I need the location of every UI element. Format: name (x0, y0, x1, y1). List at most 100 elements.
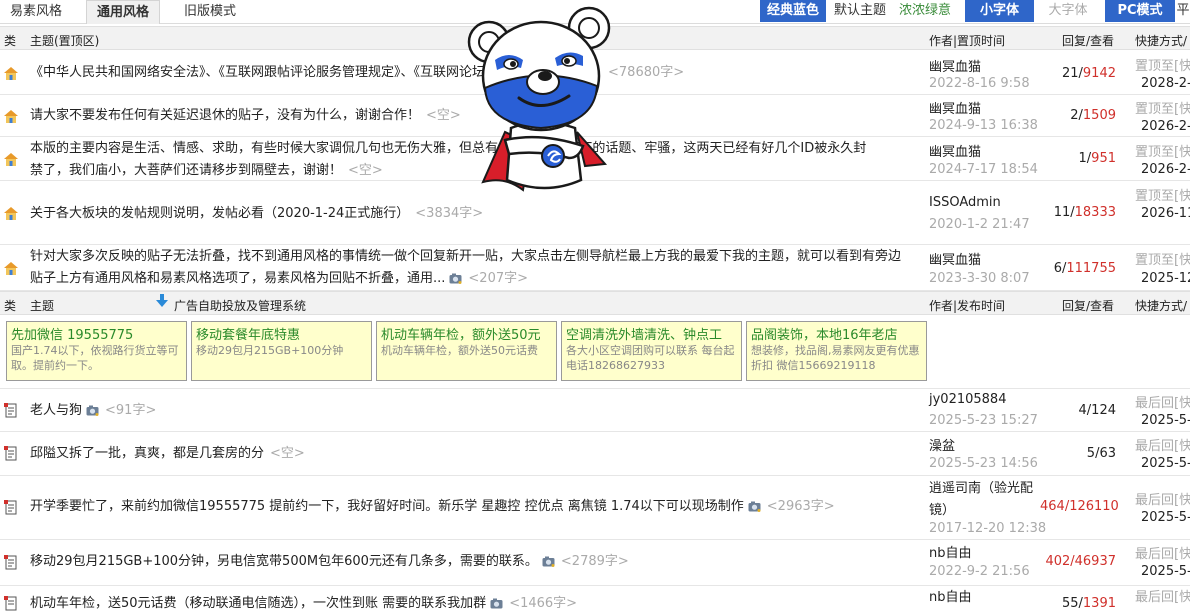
post-date: 2024-7-17 18:54 (929, 162, 1038, 177)
mascot-bear-icon (467, 6, 611, 192)
author-name[interactable]: 幽冥血猫 (929, 56, 981, 75)
ad-title[interactable]: 移动套餐年底特惠 (196, 324, 367, 343)
author-name[interactable]: 逍遥司南（验光配 镜） (929, 478, 1033, 522)
tab-general-style[interactable]: 通用风格 (86, 0, 161, 24)
quick-date: 2026-11- (1141, 206, 1190, 221)
reply-view-count: 4/124 (1078, 403, 1116, 418)
quick-link[interactable]: 最后回[快 (1135, 543, 1190, 562)
topic-row[interactable]: 开学季要忙了，来前约加微信19555775 提前约一下，我好留好时间。新乐学 星… (0, 476, 1190, 540)
post-document-icon (4, 500, 17, 515)
topic-size: <91字> (105, 403, 157, 418)
topic-title[interactable]: 老人与狗 <91字> (30, 400, 156, 422)
reply-view-count: 21/9142 (1061, 66, 1116, 81)
font-small-button[interactable]: 小字体 (965, 0, 1034, 22)
author-name[interactable]: nb自由 (929, 542, 972, 561)
quick-link[interactable]: 最后回[快 (1135, 435, 1190, 454)
quick-link[interactable]: 最后回[快 (1135, 489, 1190, 508)
tab-yisu-style[interactable]: 易素风格 (0, 0, 72, 24)
quick-date: 2026-2-1 (1141, 162, 1190, 177)
theme-classic-blue-button[interactable]: 经典蓝色 (760, 0, 826, 22)
topic-row[interactable]: 移动29包月215GB+100分钟，另电信宽带500M包年600元还有几条多，需… (0, 540, 1190, 586)
topic-row[interactable]: 邱隘又拆了一批，真爽，都是几套房的分 <空> 澡盆 2025-5-23 14:56… (0, 432, 1190, 476)
topic-title[interactable]: 邱隘又拆了一批，真爽，都是几套房的分 <空> (30, 443, 305, 465)
col-topic: 主题(置顶区) (30, 34, 100, 48)
author-name[interactable]: 幽冥血猫 (929, 141, 981, 160)
post-date: 2020-1-2 21:47 (929, 217, 1030, 232)
tab-old-mode[interactable]: 旧版模式 (174, 0, 246, 24)
attachment-icon (449, 273, 462, 284)
topic-size: <2789字> (560, 554, 629, 569)
author-name[interactable]: 幽冥血猫 (929, 249, 981, 268)
ad-box[interactable]: 品阁装饰，本地16年老店 想装修，找品阁,易素网友更有优惠折扣 微信156692… (746, 321, 927, 381)
topic-size: <空> (348, 163, 383, 178)
topic-title[interactable]: 开学季要忙了，来前约加微信19555775 提前约一下，我好留好时间。新乐学 星… (30, 496, 835, 518)
ad-title[interactable]: 先加微信 19555775 (11, 324, 182, 343)
theme-green-button[interactable]: 浓浓绿意 (893, 0, 957, 22)
ad-box[interactable]: 空调清洗外墙清洗、钟点工 各大小区空调团购可以联系 每台起电话182686279… (561, 321, 742, 381)
ad-box[interactable]: 移动套餐年底特惠 移动29包月215GB+100分钟 (191, 321, 372, 381)
pinned-house-icon (4, 262, 18, 275)
col-type: 类 (4, 299, 17, 313)
topic-size: <78680字> (608, 65, 685, 80)
reply-view-count: 5/63 (1086, 446, 1116, 461)
quick-link[interactable]: 最后回[快 (1135, 586, 1190, 605)
quick-link[interactable]: 最后回[快 (1135, 392, 1190, 411)
quick-link[interactable]: 置顶至[快 (1135, 98, 1190, 117)
col-type: 类 (4, 34, 17, 48)
ad-title[interactable]: 机动车辆年检，额外送50元 (381, 324, 552, 343)
author-name[interactable]: ISSOAdmin (929, 195, 1001, 210)
attachment-icon (542, 556, 555, 567)
topic-row[interactable]: 机动车年检，送50元话费（移动联通电信随选），一次性到账 需要的联系我加群 <14… (0, 586, 1190, 611)
quick-link[interactable]: 置顶至[快 (1135, 185, 1190, 204)
reply-view-count: 1/951 (1078, 151, 1116, 166)
topic-title[interactable]: 机动车年检，送50元话费（移动联通电信随选），一次性到账 需要的联系我加群 <14… (30, 593, 577, 615)
ad-body: 各大小区空调团购可以联系 每台起电话18268627933 (566, 344, 735, 372)
font-large-button[interactable]: 大字体 (1036, 0, 1100, 22)
reply-view-count: 402/46937 (1045, 554, 1116, 569)
post-document-icon (4, 555, 17, 570)
download-arrow-icon (156, 294, 168, 307)
quick-date: 2025-5-2 (1141, 413, 1190, 428)
topic-title[interactable]: 请大家不要发布任何有关延迟退休的贴子，没有为什么，谢谢合作！ <空> (30, 105, 461, 127)
col-author: 作者|置顶时间 (929, 34, 1006, 48)
topic-title[interactable]: 移动29包月215GB+100分钟，另电信宽带500M包年600元还有几条多，需… (30, 551, 629, 573)
quick-date: 2025-5-2 (1141, 456, 1190, 471)
quick-date: 2025-12- (1141, 271, 1190, 286)
flat-mode-button[interactable]: 平 (1176, 0, 1190, 22)
pinned-house-icon (4, 153, 18, 166)
theme-default-button[interactable]: 默认主题 (829, 0, 891, 22)
topic-size: <207字> (468, 271, 529, 286)
topic-row[interactable]: 老人与狗 <91字> jy02105884 2025-5-23 15:27 4/1… (0, 388, 1190, 432)
author-name[interactable]: 澡盆 (929, 435, 955, 454)
reply-view-count: 11/18333 (1053, 205, 1116, 220)
ad-box[interactable]: 机动车辆年检，额外送50元 机动车辆年检，额外送50元话费 (376, 321, 557, 381)
author-name[interactable]: nb自由 (929, 586, 972, 605)
topic-title[interactable]: 关于各大板块的发帖规则说明，发帖必看（2020-1-24正式施行） <3834字> (30, 203, 483, 225)
topic-title[interactable]: 针对大家多次反映的贴子无法折叠，找不到通用风格的事情统一做个回复新开一贴，大家点… (30, 246, 925, 290)
ad-box[interactable]: 先加微信 19555775 国产1.74以下，依视路行货立等可取。提前约一下。 (6, 321, 187, 381)
ad-body: 机动车辆年检，额外送50元话费 (381, 344, 538, 357)
reply-view-count: 464/126110 (1040, 499, 1119, 514)
author-name[interactable]: jy02105884 (929, 392, 1006, 407)
topic-size: <3834字> (415, 206, 484, 221)
post-document-icon (4, 403, 17, 418)
pc-mode-button[interactable]: PC模式 (1105, 0, 1175, 22)
quick-link[interactable]: 置顶至[快 (1135, 249, 1190, 268)
author-name[interactable]: 幽冥血猫 (929, 98, 981, 117)
ad-system-link[interactable]: 广告自助投放及管理系统 (174, 297, 306, 314)
quick-date: 2025-5-2 (1141, 564, 1190, 579)
col-quick: 快捷方式/ (1135, 299, 1188, 313)
attachment-icon (86, 405, 99, 416)
topic-size: <空> (426, 108, 461, 123)
post-date: 2023-3-30 8:07 (929, 271, 1030, 286)
col-topic: 主题 (30, 299, 55, 313)
pinned-row[interactable]: 针对大家多次反映的贴子无法折叠，找不到通用风格的事情统一做个回复新开一贴，大家点… (0, 245, 1190, 291)
quick-link[interactable]: 置顶至[快 (1135, 141, 1190, 160)
quick-link[interactable]: 置顶至[快 (1135, 55, 1190, 74)
topic-size: <空> (270, 446, 305, 461)
pinned-house-icon (4, 67, 18, 80)
ad-title[interactable]: 品阁装饰，本地16年老店 (751, 324, 922, 343)
col-quick: 快捷方式/ (1135, 34, 1188, 48)
quick-date: 2025-5-2 (1141, 510, 1190, 525)
ad-title[interactable]: 空调清洗外墙清洗、钟点工 (566, 324, 737, 343)
